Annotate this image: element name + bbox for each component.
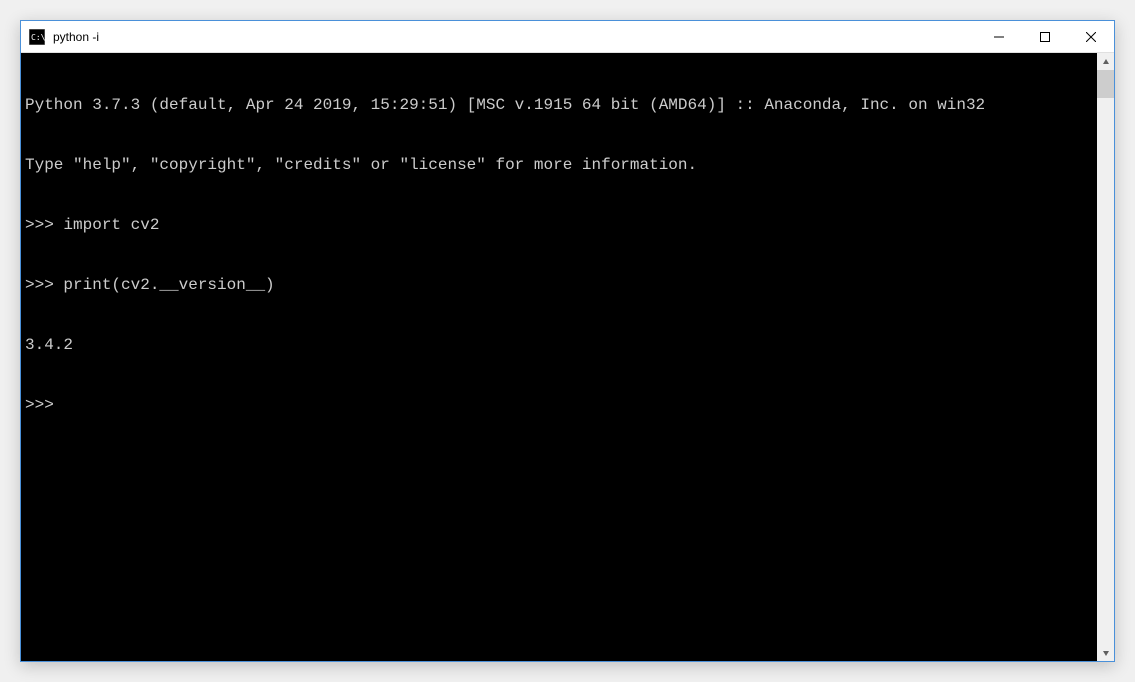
- terminal-line: >>> import cv2: [25, 215, 1093, 235]
- console-window: C:\ python -i Python 3.7.3 (default, Apr…: [20, 20, 1115, 662]
- scroll-down-arrow-icon[interactable]: [1097, 644, 1114, 661]
- titlebar[interactable]: C:\ python -i: [21, 21, 1114, 53]
- svg-text:C:\: C:\: [31, 33, 45, 42]
- terminal-output[interactable]: Python 3.7.3 (default, Apr 24 2019, 15:2…: [21, 53, 1097, 661]
- vertical-scrollbar[interactable]: [1097, 53, 1114, 661]
- scrollbar-thumb[interactable]: [1097, 70, 1114, 98]
- terminal-prompt: >>>: [25, 395, 1093, 415]
- terminal-line: >>> print(cv2.__version__): [25, 275, 1093, 295]
- terminal-line: 3.4.2: [25, 335, 1093, 355]
- terminal-line: Type "help", "copyright", "credits" or "…: [25, 155, 1093, 175]
- content-area: Python 3.7.3 (default, Apr 24 2019, 15:2…: [21, 53, 1114, 661]
- terminal-line: Python 3.7.3 (default, Apr 24 2019, 15:2…: [25, 95, 1093, 115]
- window-title: python -i: [53, 30, 976, 44]
- scroll-up-arrow-icon[interactable]: [1097, 53, 1114, 70]
- maximize-button[interactable]: [1022, 21, 1068, 52]
- prompt-text: >>>: [25, 396, 63, 414]
- minimize-button[interactable]: [976, 21, 1022, 52]
- cmd-icon: C:\: [29, 29, 45, 45]
- scrollbar-track[interactable]: [1097, 70, 1114, 644]
- window-controls: [976, 21, 1114, 52]
- close-button[interactable]: [1068, 21, 1114, 52]
